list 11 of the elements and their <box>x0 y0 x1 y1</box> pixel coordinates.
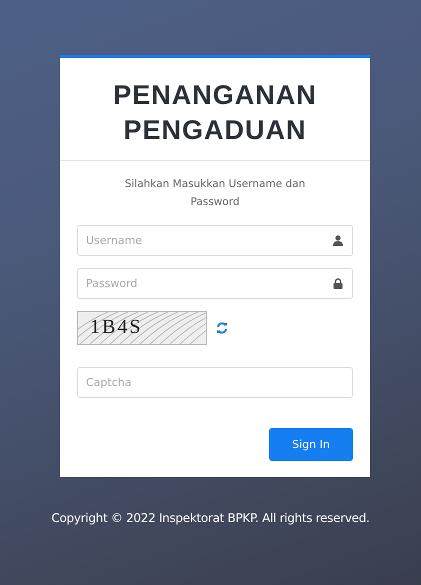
password-field[interactable]: Password <box>77 268 353 299</box>
lock-icon <box>333 278 343 289</box>
copyright-text: Copyright © 2022 Inspektorat BPKP. All rights reserved. <box>50 511 371 525</box>
user-icon <box>333 235 343 246</box>
login-instruction: Silahkan Masukkan Username dan Password <box>124 177 306 210</box>
username-field[interactable]: Username <box>77 225 353 256</box>
login-title: PENANGANAN PENGADUAN <box>112 79 318 147</box>
refresh-icon[interactable] <box>216 322 228 334</box>
captcha-field[interactable]: Captcha <box>77 367 353 398</box>
sign-in-button[interactable]: Sign In <box>269 428 353 461</box>
captcha-image: 1B4S <box>77 311 207 345</box>
